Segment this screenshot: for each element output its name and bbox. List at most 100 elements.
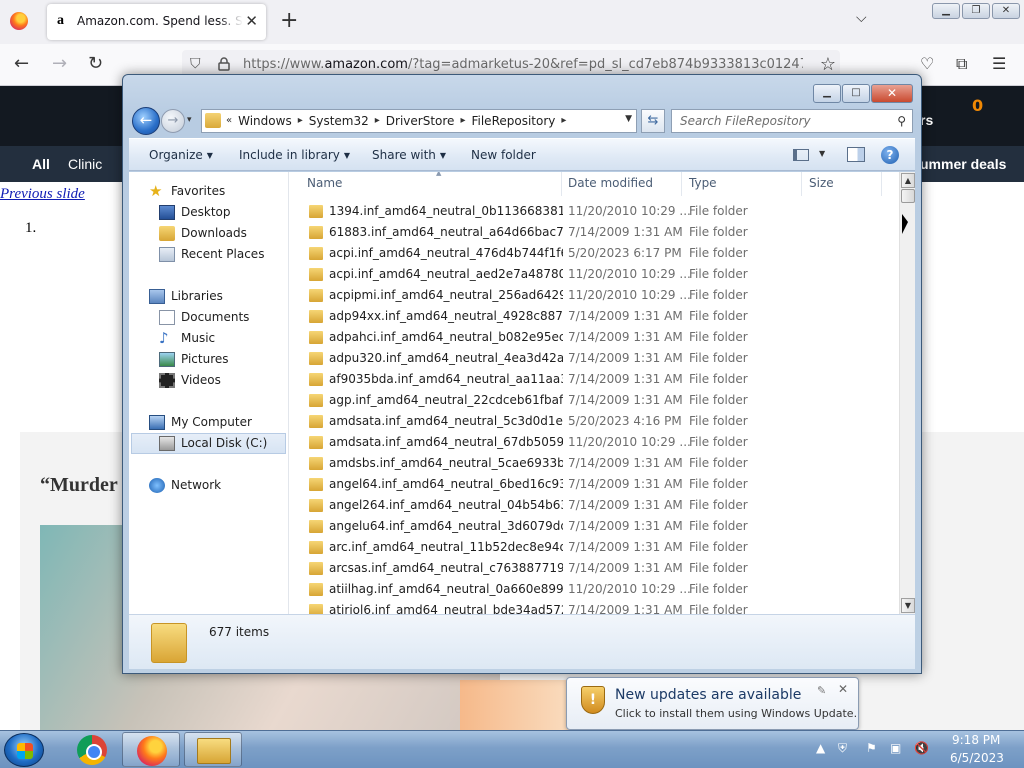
vertical-scrollbar[interactable]: ▲ ▼ bbox=[899, 172, 915, 614]
refresh-icon[interactable]: ⇆ bbox=[641, 109, 665, 133]
previous-slide-link[interactable]: Previous slide bbox=[0, 186, 85, 203]
nav-clinic-link[interactable]: Clinic bbox=[68, 156, 102, 172]
scrollbar-thumb[interactable] bbox=[901, 189, 915, 203]
clock-time[interactable]: 9:18 PM bbox=[952, 733, 1000, 747]
pocket-icon[interactable]: ♡ bbox=[920, 54, 934, 73]
list-tabs-chevron-down-icon[interactable]: ⌵ bbox=[856, 10, 867, 26]
promo-image-secondary[interactable] bbox=[460, 680, 580, 730]
tab-close-icon[interactable]: ✕ bbox=[245, 12, 258, 30]
search-icon[interactable]: ⚲ bbox=[897, 114, 906, 128]
table-row[interactable]: agp.inf_amd64_neutral_22cdceb61fbafb43 7/… bbox=[290, 390, 899, 411]
breadcrumb-chevron-icon[interactable]: ▸ bbox=[561, 114, 566, 128]
notification-close-icon[interactable]: ✕ bbox=[838, 682, 848, 696]
explorer-close-button[interactable]: ✕ bbox=[871, 84, 913, 103]
show-hidden-icons-arrow-icon[interactable]: ▲ bbox=[816, 741, 825, 755]
menu-hamburger-icon[interactable]: ☰ bbox=[992, 54, 1006, 73]
taskbar-firefox[interactable] bbox=[122, 732, 180, 767]
nav-pictures[interactable]: Pictures bbox=[159, 350, 269, 370]
firefox-logo-icon[interactable] bbox=[10, 12, 28, 30]
nav-local-disk[interactable]: Local Disk (C:) bbox=[131, 433, 286, 454]
column-header-date[interactable]: Date modified bbox=[561, 172, 682, 196]
scroll-down-arrow-icon[interactable]: ▼ bbox=[901, 598, 915, 613]
table-row[interactable]: arc.inf_amd64_neutral_11b52dec8e94d9aa 7/… bbox=[290, 537, 899, 558]
table-row[interactable]: atiriol6.inf_amd64_neutral_bde34ad5722c.… bbox=[290, 600, 899, 614]
bookmark-star-icon[interactable]: ☆ bbox=[820, 54, 836, 75]
table-row[interactable]: arcsas.inf_amd64_neutral_c763887719bed..… bbox=[290, 558, 899, 579]
nav-libraries[interactable]: Libraries bbox=[149, 287, 269, 307]
preview-pane-icon[interactable] bbox=[847, 147, 865, 162]
column-header-name[interactable]: Name ▲ bbox=[300, 172, 562, 196]
back-arrow-icon[interactable]: ← bbox=[14, 54, 29, 74]
change-view-icon[interactable] bbox=[793, 149, 809, 161]
lock-icon[interactable] bbox=[218, 57, 230, 71]
breadcrumb-chevron-icon[interactable]: ▸ bbox=[460, 114, 465, 128]
table-row[interactable]: angel64.inf_amd64_neutral_6bed16c93db...… bbox=[290, 474, 899, 495]
forward-arrow-icon[interactable]: → bbox=[52, 54, 67, 74]
nav-desktop[interactable]: Desktop bbox=[159, 203, 269, 223]
clock-date[interactable]: 6/5/2023 bbox=[950, 751, 1004, 765]
table-row[interactable]: af9035bda.inf_amd64_neutral_aa11aa345...… bbox=[290, 369, 899, 390]
nav-downloads[interactable]: Downloads bbox=[159, 224, 269, 244]
address-bar[interactable]: « Windows ▸ System32 ▸ DriverStore ▸ Fil… bbox=[201, 109, 637, 133]
taskbar-explorer[interactable] bbox=[184, 732, 242, 767]
scroll-up-arrow-icon[interactable]: ▲ bbox=[901, 173, 915, 188]
breadcrumb-overflow-icon[interactable]: « bbox=[226, 114, 232, 128]
table-row[interactable]: adp94xx.inf_amd64_neutral_4928c8870f6a..… bbox=[290, 306, 899, 327]
table-row[interactable]: amdsata.inf_amd64_neutral_5c3d0d1e97... 5… bbox=[290, 411, 899, 432]
table-row[interactable]: angel264.inf_amd64_neutral_04b54b6322...… bbox=[290, 495, 899, 516]
table-row[interactable]: acpipmi.inf_amd64_neutral_256ad642985...… bbox=[290, 285, 899, 306]
browser-tab-amazon[interactable]: a Amazon.com. Spend less. Smile more. ✕ bbox=[47, 4, 266, 40]
table-row[interactable]: atiilhag.inf_amd64_neutral_0a660e899f50.… bbox=[290, 579, 899, 600]
search-input[interactable]: Search FileRepository ⚲ bbox=[671, 109, 913, 133]
breadcrumb-item[interactable]: System32 bbox=[309, 114, 369, 128]
action-center-flag-icon[interactable]: ⚑ bbox=[866, 741, 877, 755]
table-row[interactable]: amdsbs.inf_amd64_neutral_5cae6933bef2...… bbox=[290, 453, 899, 474]
nav-my-computer[interactable]: My Computer bbox=[149, 413, 279, 433]
table-row[interactable]: acpi.inf_amd64_neutral_476d4b744f1f6916 5… bbox=[290, 243, 899, 264]
explorer-maximize-button[interactable]: □ bbox=[842, 84, 870, 103]
start-button[interactable] bbox=[4, 733, 44, 767]
table-row[interactable]: angelu64.inf_amd64_neutral_3d6079dd78...… bbox=[290, 516, 899, 537]
share-with-button[interactable]: Share with ▼ bbox=[372, 148, 446, 162]
column-header-type[interactable]: Type bbox=[682, 172, 802, 196]
nav-videos[interactable]: Videos bbox=[159, 371, 269, 391]
new-tab-plus-icon[interactable]: + bbox=[280, 10, 298, 32]
table-row[interactable]: amdsata.inf_amd64_neutral_67db505901... 1… bbox=[290, 432, 899, 453]
table-row[interactable]: adpahci.inf_amd64_neutral_b082e95ec9f...… bbox=[290, 327, 899, 348]
nav-favorites[interactable]: ★ Favorites bbox=[149, 182, 269, 202]
network-tray-icon[interactable]: ▣ bbox=[890, 741, 901, 755]
explorer-forward-button[interactable]: → bbox=[161, 109, 185, 133]
explorer-back-button[interactable]: ← bbox=[132, 107, 160, 135]
table-row[interactable]: adpu320.inf_amd64_neutral_4ea3d42a983...… bbox=[290, 348, 899, 369]
address-dropdown-icon[interactable]: ▼ bbox=[625, 114, 632, 124]
nav-network[interactable]: Network bbox=[149, 476, 269, 496]
tracking-shield-icon[interactable]: ⛉ bbox=[190, 56, 201, 72]
settings-wrench-icon[interactable]: ✎ bbox=[817, 684, 826, 697]
taskbar-chrome[interactable] bbox=[60, 732, 118, 767]
recent-pages-dropdown-icon[interactable]: ▾ bbox=[187, 115, 192, 125]
table-row[interactable]: 61883.inf_amd64_neutral_a64d66bac7574...… bbox=[290, 222, 899, 243]
nav-recent-places[interactable]: Recent Places bbox=[159, 245, 279, 265]
breadcrumb-item[interactable]: DriverStore bbox=[386, 114, 455, 128]
extensions-icon[interactable]: ⧉ bbox=[956, 54, 967, 74]
minimize-button[interactable]: ▁ bbox=[932, 3, 960, 19]
restore-button[interactable]: ❐ bbox=[962, 3, 990, 19]
breadcrumb-item[interactable]: FileRepository bbox=[471, 114, 555, 128]
update-notification[interactable]: ! New updates are available Click to ins… bbox=[566, 677, 859, 730]
close-button[interactable]: ✕ bbox=[992, 3, 1020, 19]
view-options-dropdown-icon[interactable]: ▼ bbox=[819, 149, 825, 158]
help-icon[interactable]: ? bbox=[881, 146, 899, 164]
nav-summer-deals-link[interactable]: ummer deals bbox=[920, 156, 1006, 172]
table-row[interactable]: acpi.inf_amd64_neutral_aed2e7a487803437 1… bbox=[290, 264, 899, 285]
table-row[interactable]: 1394.inf_amd64_neutral_0b11366838152a76 1… bbox=[290, 201, 899, 222]
windows-update-tray-icon[interactable]: ⛨ bbox=[838, 741, 847, 756]
reload-icon[interactable]: ↻ bbox=[88, 54, 103, 74]
include-in-library-button[interactable]: Include in library ▼ bbox=[239, 148, 350, 162]
volume-muted-icon[interactable]: 🔇 bbox=[914, 741, 929, 755]
breadcrumb-chevron-icon[interactable]: ▸ bbox=[298, 114, 303, 128]
column-header-size[interactable]: Size bbox=[802, 172, 882, 196]
breadcrumb-item[interactable]: Windows bbox=[238, 114, 292, 128]
nav-documents[interactable]: Documents bbox=[159, 308, 269, 328]
organize-button[interactable]: Organize ▼ bbox=[149, 148, 213, 162]
explorer-minimize-button[interactable]: ▁ bbox=[813, 84, 841, 103]
